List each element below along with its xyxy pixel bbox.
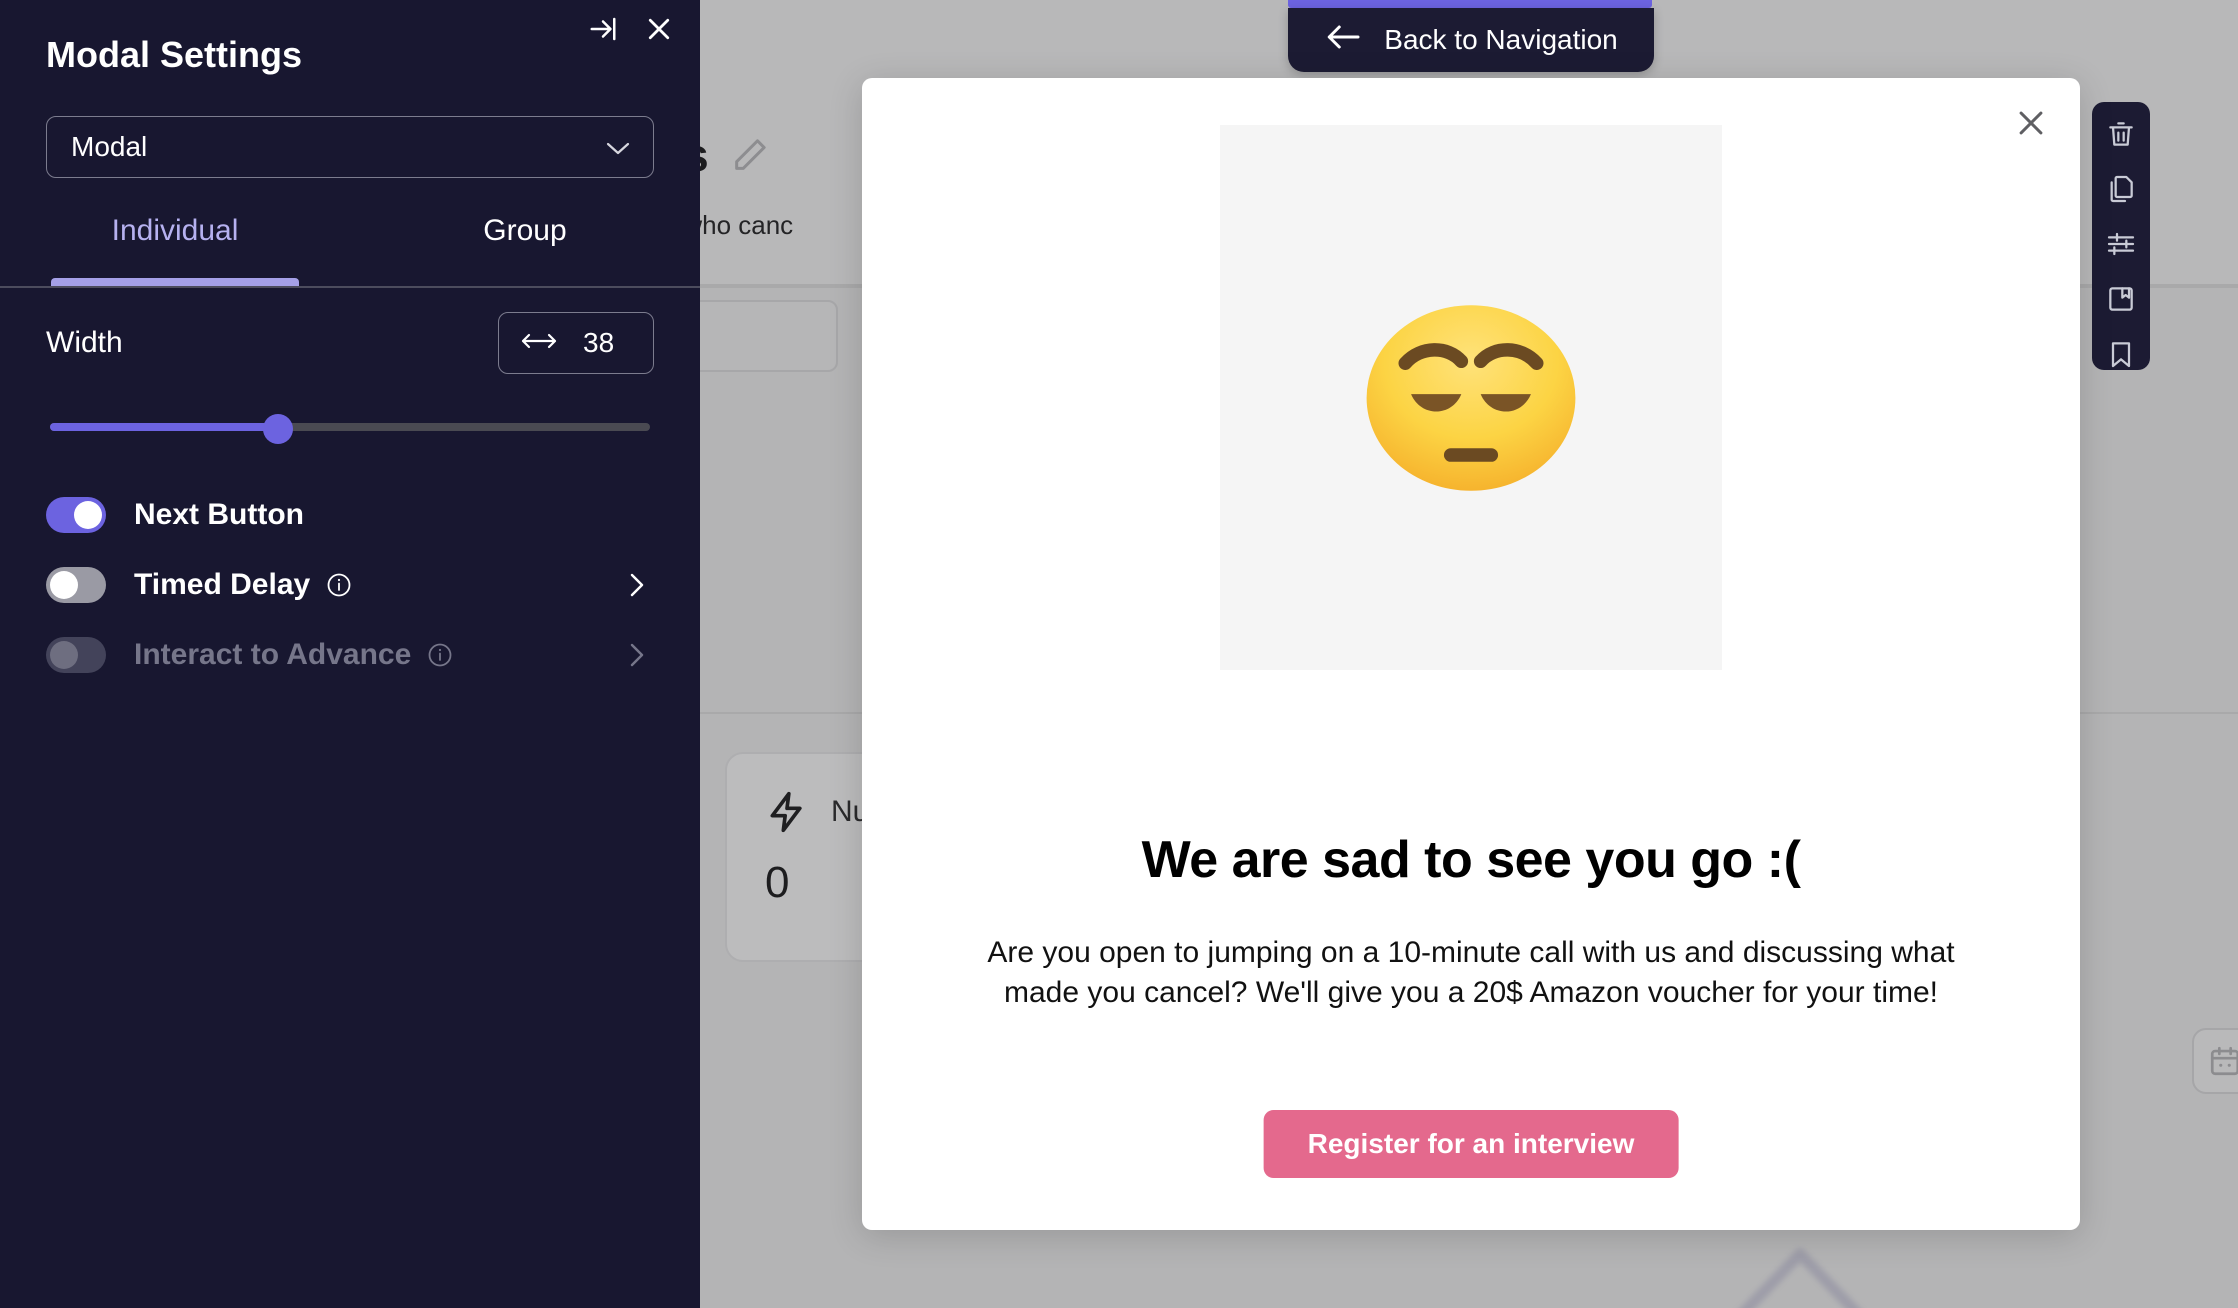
interact-to-advance-setting-row: Interact to Advance <box>46 630 654 680</box>
chevron-down-icon <box>605 131 631 163</box>
panel-header-actions <box>586 12 676 46</box>
interact-to-advance-label: Interact to Advance <box>134 638 412 671</box>
timed-delay-setting-row: Timed Delay <box>46 560 654 610</box>
bookmark-icon[interactable] <box>2104 337 2138 370</box>
toggle-knob <box>74 501 102 529</box>
width-label: Width <box>46 326 123 359</box>
width-slider-fill <box>50 423 278 431</box>
width-value: 38 <box>583 327 615 358</box>
lightning-bolt-icon <box>765 790 809 834</box>
book-bookmark-icon[interactable] <box>2104 282 2138 315</box>
background-calendar-button[interactable] <box>2192 1028 2238 1094</box>
panel-title: Modal Settings <box>46 34 303 75</box>
tab-individual[interactable]: Individual <box>0 196 350 286</box>
close-icon[interactable] <box>642 12 676 46</box>
toggle-knob <box>50 571 78 599</box>
element-toolbar <box>2092 102 2150 370</box>
width-value-field[interactable]: 38 <box>498 312 654 374</box>
pencil-edit-icon[interactable] <box>730 135 770 175</box>
next-button-toggle[interactable] <box>46 497 106 533</box>
modal-settings-panel: Modal Settings Modal Individual Group Wi… <box>0 0 700 1308</box>
modal-body-text: Are you open to jumping on a 10-minute c… <box>987 936 1955 1009</box>
next-button-label: Next Button <box>134 498 304 531</box>
timed-delay-label: Timed Delay <box>134 568 311 601</box>
register-for-interview-button[interactable]: Register for an interview <box>1263 1110 1679 1178</box>
calendar-icon <box>2210 1046 2238 1076</box>
modal-image <box>1220 125 1722 670</box>
modal-close-button[interactable] <box>2008 100 2054 146</box>
pensive-face-emoji <box>1366 304 1576 491</box>
back-to-navigation-button[interactable]: Back to Navigation <box>1288 8 1654 72</box>
background-chevron-art <box>1700 1232 1900 1308</box>
sliders-icon[interactable] <box>2104 228 2138 261</box>
info-icon[interactable] <box>427 642 453 668</box>
info-icon[interactable] <box>326 572 352 598</box>
horizontal-resize-icon <box>521 331 557 356</box>
modal-heading: We are sad to see you go :( <box>1141 831 1801 889</box>
element-type-select[interactable]: Modal <box>46 116 654 178</box>
timed-delay-toggle[interactable] <box>46 567 106 603</box>
settings-tabs: Individual Group <box>0 196 700 288</box>
app-root: ers ers who canc t Nu 0 <box>0 0 2238 1308</box>
arrow-left-icon <box>1324 22 1362 59</box>
interact-to-advance-toggle[interactable] <box>46 637 106 673</box>
tab-group[interactable]: Group <box>350 196 700 286</box>
width-slider[interactable] <box>50 414 650 444</box>
back-to-navigation-label: Back to Navigation <box>1384 24 1618 55</box>
trash-icon[interactable] <box>2104 118 2138 151</box>
copy-icon[interactable] <box>2104 173 2138 206</box>
timed-delay-expand-icon[interactable] <box>624 570 654 600</box>
toggle-knob <box>50 641 78 669</box>
width-slider-thumb[interactable] <box>263 414 293 444</box>
width-setting-row: Width 38 <box>46 312 654 374</box>
close-icon <box>2019 111 2043 135</box>
collapse-panel-icon[interactable] <box>586 12 620 46</box>
interact-to-advance-expand-icon[interactable] <box>624 640 654 670</box>
top-accent-strip <box>1288 0 1652 8</box>
next-button-setting-row: Next Button <box>46 490 654 540</box>
modal-dialog: We are sad to see you go :( Are you open… <box>862 78 2080 1230</box>
element-type-select-value: Modal <box>71 131 148 162</box>
